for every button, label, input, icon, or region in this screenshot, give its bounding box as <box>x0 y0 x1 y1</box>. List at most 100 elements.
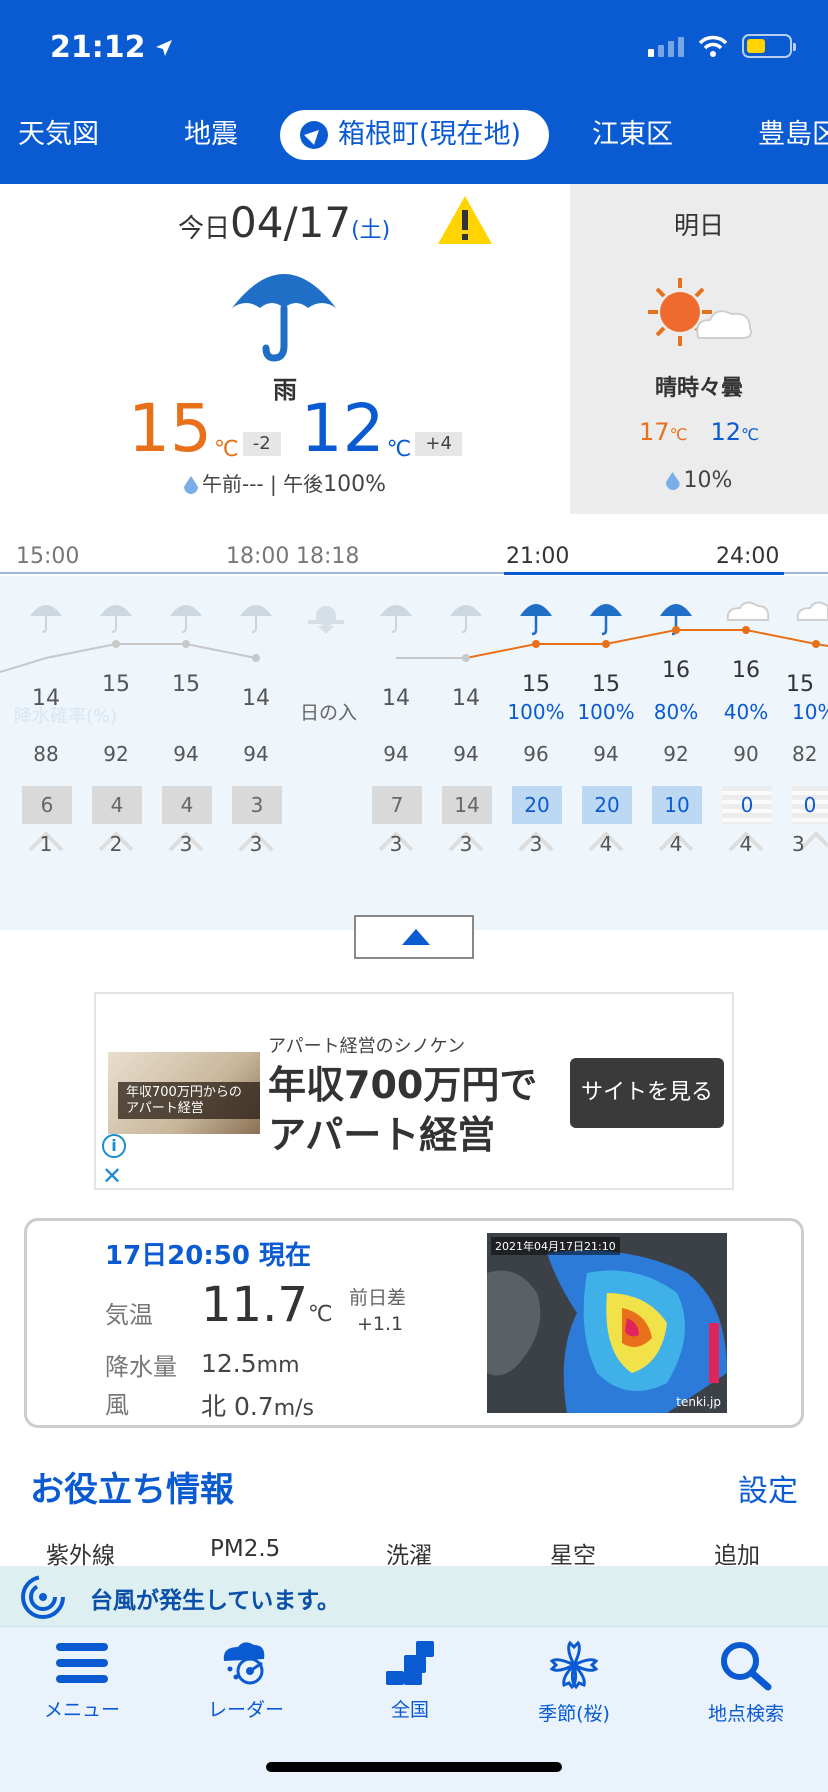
hourly-rain: 4 <box>92 786 142 824</box>
ad-info-icon[interactable]: i <box>102 1134 126 1158</box>
advertisement[interactable]: 年収700万円からのアパート経営 アパート経営のシノケン 年収700万円でアパー… <box>94 992 734 1190</box>
nav-radar[interactable]: レーダー <box>166 1639 326 1722</box>
hourly-rain: 0 <box>792 786 828 824</box>
today-forecast[interactable]: 今日04/17(土) 雨 15 ℃ -2 12 ℃ +4 午前--- | 午後100… <box>0 184 570 514</box>
umbrella-rain-icon <box>30 605 482 616</box>
hourly-humidity: 88 <box>33 742 59 766</box>
today-low-diff: +4 <box>415 432 462 456</box>
hourly-wind: 2 <box>109 832 123 856</box>
tomorrow-precip: 10% <box>570 468 828 493</box>
cloud-icon <box>726 601 828 621</box>
hourly-forecast[interactable]: 15:00 18:00 18:18 21:00 24:00 降水確率(%) 日の… <box>0 540 828 930</box>
nav-nationwide[interactable]: 全国 <box>330 1639 490 1722</box>
radar-thumbnail[interactable]: 2021年04月17日21:10 tenki.jp <box>487 1233 727 1413</box>
hourly-temp: 14 <box>32 686 60 711</box>
typhoon-banner[interactable]: 台風が発生しています。 <box>0 1566 828 1626</box>
hourly-wind: 4 <box>669 832 683 856</box>
location-tabs: 天気図 地震 箱根町(現在地) 江東区 豊島区 <box>0 110 828 160</box>
hourly-temp: 15 <box>786 672 814 697</box>
current-time-indicator <box>504 572 784 575</box>
time-label: 18:18 <box>296 544 360 569</box>
hourly-precip-prob: 100% <box>577 700 635 724</box>
wifi-icon <box>698 35 728 57</box>
hourly-table[interactable]: 降水確率(%) 日の入 14 15 15 14 14 14 15 15 16 1… <box>0 576 828 930</box>
useful-item-laundry[interactable]: 洗濯 <box>386 1536 432 1570</box>
time-label: 18:00 <box>226 544 290 569</box>
time-label: 24:00 <box>716 544 780 569</box>
raindrop-icon <box>665 472 680 490</box>
time-label: 21:00 <box>506 544 570 569</box>
sakura-icon <box>549 1640 599 1690</box>
useful-info-title: お役立ち情報 <box>30 1470 234 1510</box>
tab-earthquake[interactable]: 地震 <box>184 110 238 160</box>
nav-season-sakura[interactable]: 季節(桜) <box>494 1639 654 1726</box>
hourly-temp: 16 <box>732 658 760 683</box>
battery-icon <box>742 34 796 58</box>
typhoon-icon <box>21 1575 65 1619</box>
hourly-rain: 3 <box>232 786 282 824</box>
ad-close-icon[interactable]: ✕ <box>102 1164 122 1188</box>
temp-value: 11.7℃ <box>201 1277 333 1333</box>
useful-item-add[interactable]: 追加 <box>714 1536 760 1570</box>
tomorrow-forecast[interactable]: 明日 晴時々曇 17℃ 12℃ 10% <box>570 184 828 514</box>
umbrella-rain-icon <box>520 604 692 616</box>
hourly-rain: 20 <box>512 786 562 824</box>
wind-label: 風 <box>105 1391 129 1419</box>
status-indicators <box>648 34 796 58</box>
hourly-rain: 20 <box>582 786 632 824</box>
hourly-wind: 3 <box>249 832 263 856</box>
radar-brand: tenki.jp <box>676 1395 721 1409</box>
hourly-precip-prob: 40% <box>723 700 769 724</box>
tomorrow-high: 17 <box>639 418 670 446</box>
ad-sponsor: アパート経営のシノケン <box>268 1036 466 1057</box>
hourly-temp: 14 <box>382 686 410 711</box>
useful-item-pm25[interactable]: PM2.5 <box>210 1536 280 1562</box>
nav-menu[interactable]: メニュー <box>2 1639 162 1722</box>
precip-label: 降水量 <box>105 1353 177 1381</box>
hourly-rain: 10 <box>652 786 702 824</box>
tab-koto[interactable]: 江東区 <box>592 110 673 160</box>
hourly-temp: 15 <box>102 672 130 697</box>
tab-hakone-current[interactable]: 箱根町(現在地) <box>280 110 550 160</box>
umbrella-rain-icon <box>232 274 336 362</box>
hourly-precip-prob: 10% <box>792 700 828 724</box>
useful-item-uv[interactable]: 紫外線 <box>46 1536 115 1570</box>
home-indicator[interactable] <box>266 1762 562 1772</box>
hourly-humidity: 94 <box>383 742 409 766</box>
tomorrow-condition: 晴時々曇 <box>654 376 743 401</box>
hourly-humidity: 94 <box>243 742 269 766</box>
status-time: 21:12 <box>50 30 174 65</box>
tab-toshima[interactable]: 豊島区 <box>758 110 828 160</box>
ad-image[interactable]: 年収700万円からのアパート経営 <box>108 1052 260 1134</box>
hourly-rain: 7 <box>372 786 422 824</box>
today-high: 15 <box>128 390 212 467</box>
useful-settings-link[interactable]: 設定 <box>738 1466 798 1510</box>
ad-cta-button[interactable]: サイトを見る <box>570 1058 724 1128</box>
raindrop-icon <box>183 476 198 494</box>
warning-icon[interactable] <box>436 194 494 246</box>
today-date: 今日04/17(土) <box>178 198 391 247</box>
typhoon-text: 台風が発生しています。 <box>90 1588 341 1614</box>
hourly-humidity: 94 <box>593 742 619 766</box>
hourly-wind: 3 <box>529 832 543 856</box>
tomorrow-temps: 17℃ 12℃ <box>639 418 759 446</box>
nav-location-search[interactable]: 地点検索 <box>666 1639 826 1726</box>
hourly-temp: 15 <box>172 672 200 697</box>
current-observation-card[interactable]: 17日20:50 現在 気温 11.7℃ 前日差 +1.1 降水量 12.5mm… <box>24 1218 804 1428</box>
useful-item-starry-sky[interactable]: 星空 <box>550 1536 596 1570</box>
app-header: 21:12 天気図 地震 箱根町(現在地) 江東区 豊島区 <box>0 0 828 184</box>
hourly-humidity: 96 <box>523 742 549 766</box>
nationwide-icon <box>386 1641 434 1685</box>
hourly-temp: 14 <box>452 686 480 711</box>
hourly-wind: 1 <box>39 832 53 856</box>
wind-value: 北 0.7m/s <box>201 1392 315 1421</box>
tab-weather-map[interactable]: 天気図 <box>18 110 99 160</box>
collapse-hourly-button[interactable] <box>354 915 474 959</box>
ad-headline[interactable]: 年収700万円でアパート経営 <box>268 1060 558 1160</box>
tab-label: 箱根町(現在地) <box>338 119 522 150</box>
location-arrow-icon <box>300 121 328 149</box>
hourly-wind: 4 <box>739 832 753 856</box>
sunset-icon <box>308 606 344 634</box>
time-axis: 15:00 18:00 18:18 21:00 24:00 <box>0 540 828 574</box>
ad-image-text: 年収700万円からのアパート経営 <box>118 1082 260 1120</box>
